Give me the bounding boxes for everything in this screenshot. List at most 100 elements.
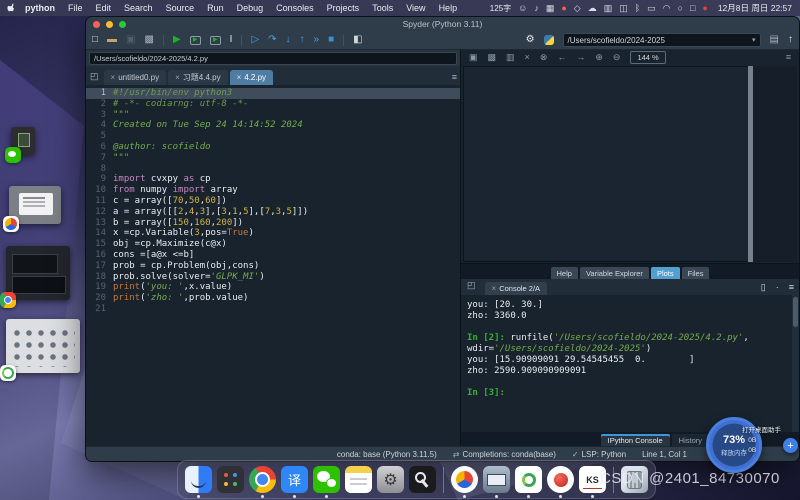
parent-directory-icon[interactable]: ↑	[788, 35, 793, 45]
plots-zoom-level[interactable]: 144 %	[630, 51, 665, 64]
menu-item-tools[interactable]: Tools	[372, 3, 393, 13]
bluetooth-icon[interactable]: ᛒ	[635, 4, 640, 13]
close-tab-icon[interactable]: ×	[111, 73, 116, 82]
copy-plot-icon[interactable]: ▥	[506, 53, 515, 62]
zoom-out-icon[interactable]: ⊖	[613, 53, 621, 62]
step-over-icon[interactable]: ↷	[268, 35, 276, 45]
menu-item-consoles[interactable]: Consoles	[276, 3, 314, 13]
open-file-icon[interactable]: ▬	[107, 35, 117, 45]
wifi-icon[interactable]: ◠	[663, 4, 671, 13]
run-icon[interactable]: ▶	[173, 35, 181, 45]
debug-icon[interactable]: ▷	[251, 35, 259, 45]
search-icon[interactable]: ○	[678, 4, 683, 13]
console-tab[interactable]: × Console 2/A	[485, 282, 548, 295]
tab-ipython-console[interactable]: IPython Console	[601, 434, 670, 446]
browse-directory-icon[interactable]: ▤	[770, 35, 779, 45]
menu-item-search[interactable]: Search	[124, 3, 153, 13]
save-all-icon[interactable]: ▩	[145, 35, 154, 45]
shapes-icon[interactable]: ◇	[574, 4, 581, 13]
recording-dot-icon[interactable]: ●	[702, 4, 707, 13]
cloud-icon[interactable]: ☁	[588, 4, 597, 13]
tab-plots[interactable]: Plots	[651, 267, 680, 279]
interrupt-kernel-icon[interactable]: ·	[776, 282, 779, 292]
apple-menu-icon[interactable]	[7, 3, 17, 13]
dock-item-settings[interactable]: ⚙	[377, 466, 404, 493]
preferences-icon[interactable]: ⚙	[526, 35, 535, 45]
dock-item-wechat[interactable]	[313, 466, 340, 493]
new-file-icon[interactable]: □	[92, 35, 98, 45]
python-env-icon[interactable]	[544, 35, 554, 45]
console-scrollbar[interactable]	[792, 295, 799, 432]
menu-item-run[interactable]: Run	[207, 3, 224, 13]
ime-word-count[interactable]: 125字	[490, 3, 511, 14]
working-directory-field[interactable]: /Users/scofieldo/2024-2025 ▾	[563, 33, 761, 47]
code-editor[interactable]: 1#!/usr/bin/env python32# -*- codiarng: …	[86, 85, 460, 446]
zoom-in-icon[interactable]: ⊕	[595, 53, 603, 62]
input-smiley-icon[interactable]: ☺	[518, 4, 527, 13]
run-selection-icon[interactable]: I	[230, 35, 233, 45]
dock-item-greenring[interactable]	[515, 466, 542, 493]
dock-item-launchpad[interactable]	[217, 466, 244, 493]
plots-thumbnail-strip[interactable]	[753, 66, 797, 262]
editor-tab-1[interactable]: ×习题4.4.py	[168, 70, 227, 85]
dock-item-keychain[interactable]	[409, 466, 436, 493]
dock-item-chrome[interactable]	[249, 466, 276, 493]
editor-tab-2[interactable]: ×4.2.py	[230, 70, 273, 85]
menu-item-projects[interactable]: Projects	[327, 3, 360, 13]
remove-all-plots-icon[interactable]: ⊗	[540, 53, 548, 62]
open-console-file-icon[interactable]: ▯	[761, 282, 766, 293]
menu-item-source[interactable]: Source	[166, 3, 195, 13]
stop-icon[interactable]: ■	[328, 35, 334, 45]
run-cell-icon[interactable]: ▶	[190, 36, 201, 45]
maximize-pane-icon[interactable]: ◧	[353, 35, 362, 45]
dock-item-screenshot[interactable]	[483, 466, 510, 493]
display-icon[interactable]: □	[690, 4, 695, 13]
menu-item-debug[interactable]: Debug	[237, 3, 264, 13]
dialog-minimized-window[interactable]	[9, 186, 61, 224]
save-plot-icon[interactable]: ▣	[469, 53, 478, 62]
title-bar[interactable]: Spyder (Python 3.11)	[86, 17, 799, 31]
menu-item-view[interactable]: View	[406, 3, 425, 13]
keyboard-icon[interactable]: ▦	[546, 4, 555, 13]
console-output[interactable]: you: [20. 30.]zho: 3360.0In [2]: runfile…	[461, 295, 799, 432]
tab-help[interactable]: Help	[551, 267, 578, 279]
menu-item-edit[interactable]: Edit	[96, 3, 112, 13]
continue-icon[interactable]: »	[314, 35, 320, 45]
previous-plot-icon[interactable]: ←	[557, 53, 566, 62]
close-console-icon[interactable]: ×	[492, 284, 497, 293]
wechat-minimized-window[interactable]	[11, 127, 35, 155]
terminal-minimized-window[interactable]	[6, 246, 70, 300]
tab-variable-explorer[interactable]: Variable Explorer	[580, 267, 649, 279]
editor-options-icon[interactable]: ≡	[452, 72, 457, 82]
console-options-icon[interactable]: ≡	[789, 282, 794, 292]
mic-icon[interactable]: ♪	[534, 4, 539, 13]
desktop-assistant-widget[interactable]: 打开桌面助手 ↑ 0B ↓ 0B +	[742, 424, 800, 454]
dock-item-notes[interactable]	[345, 466, 372, 493]
plots-options-icon[interactable]: ≡	[786, 53, 791, 62]
remove-plot-icon[interactable]: ×	[525, 53, 530, 62]
tab-files[interactable]: Files	[682, 267, 710, 279]
close-tab-icon[interactable]: ×	[175, 73, 180, 82]
dock-item-finder[interactable]	[185, 466, 212, 493]
assistant-plus-button[interactable]: +	[783, 438, 798, 453]
run-cell-advance-icon[interactable]: ▶	[210, 36, 221, 45]
appgrid-minimized-window[interactable]	[6, 319, 80, 373]
screen-record-icon[interactable]: ●	[561, 4, 566, 13]
chevron-down-icon[interactable]: ▾	[752, 36, 756, 44]
menu-item-python[interactable]: python	[25, 3, 55, 13]
menu-bar-clock[interactable]: 12月8日 周日 22:57	[718, 2, 792, 14]
tab-history[interactable]: History	[672, 434, 709, 446]
dock-item-cloud[interactable]	[451, 466, 478, 493]
columns-icon[interactable]: ▥	[604, 4, 613, 13]
breadcrumb[interactable]: /Users/scofieldo/2024-2025/4.2.py	[89, 52, 457, 65]
menu-item-help[interactable]: Help	[439, 3, 458, 13]
battery-icon[interactable]: ▭	[647, 4, 656, 13]
browse-tabs-icon[interactable]: ◰	[90, 71, 99, 82]
menu-item-file[interactable]: File	[68, 3, 83, 13]
dock-item-apple[interactable]	[547, 466, 574, 493]
editor-tab-0[interactable]: ×untitled0.py	[104, 70, 167, 85]
next-plot-icon[interactable]: →	[576, 53, 585, 62]
step-return-icon[interactable]: ↑	[300, 35, 305, 45]
save-all-plots-icon[interactable]: ▩	[488, 53, 497, 62]
save-icon[interactable]: ▣	[126, 35, 135, 45]
